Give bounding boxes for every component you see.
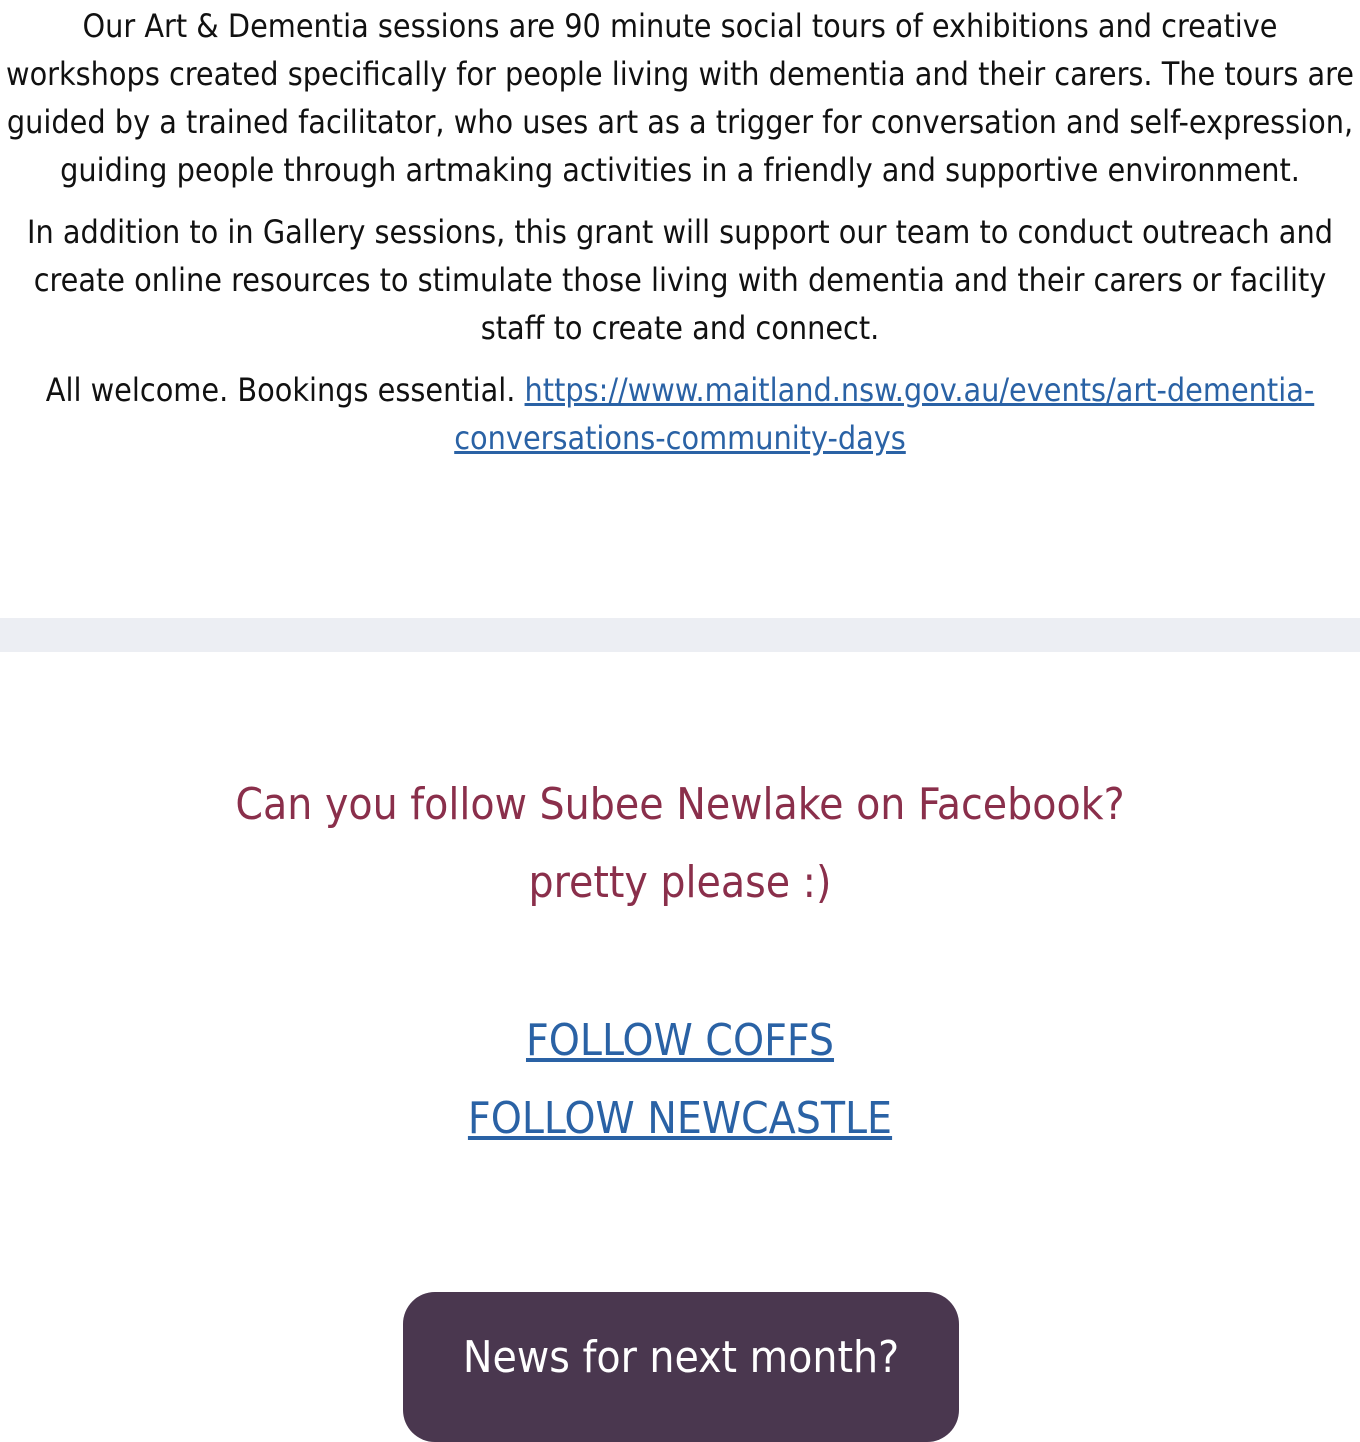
follow-heading-line1: Can you follow Subee Newlake on Facebook… <box>235 779 1125 830</box>
bookings-text: All welcome. Bookings essential. <box>45 371 516 409</box>
follow-coffs-link[interactable]: FOLLOW COFFS <box>526 1002 834 1080</box>
follow-heading-line2: pretty please :) <box>528 857 832 908</box>
article-paragraph-bookings: All welcome. Bookings essential. https:/… <box>4 366 1356 462</box>
news-next-month-button[interactable]: News for next month? <box>403 1292 959 1442</box>
section-divider <box>0 618 1360 652</box>
bookings-link[interactable]: https://www.maitland.nsw.gov.au/events/a… <box>454 371 1314 457</box>
article-paragraph-grant: In addition to in Gallery sessions, this… <box>27 213 1333 347</box>
follow-heading: Can you follow Subee Newlake on Facebook… <box>0 766 1360 922</box>
follow-newcastle-link[interactable]: FOLLOW NEWCASTLE <box>468 1080 892 1158</box>
follow-links: FOLLOW COFFS FOLLOW NEWCASTLE <box>0 1002 1360 1158</box>
article-body: Our Art & Dementia sessions are 90 minut… <box>0 0 1360 462</box>
article-paragraph-sessions: Our Art & Dementia sessions are 90 minut… <box>6 7 1354 189</box>
